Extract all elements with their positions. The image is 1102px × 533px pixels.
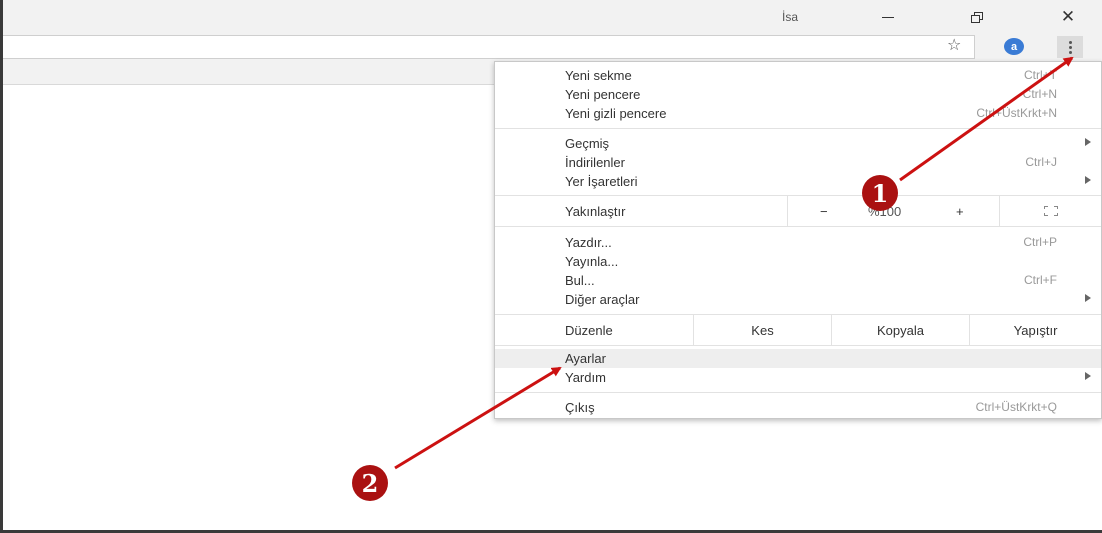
menu-item-downloads[interactable]: İndirilenler Ctrl+J <box>495 153 1101 172</box>
zoom-level: %100 <box>868 203 902 219</box>
title-bar: İsa ✕ <box>3 0 1102 33</box>
submenu-arrow-icon <box>1085 138 1091 146</box>
zoom-in-button[interactable]: + <box>956 204 964 219</box>
zoom-label: Yakınlaştır <box>565 204 626 219</box>
zoom-row: Yakınlaştır − %100 + <box>495 196 1101 226</box>
menu-item-settings[interactable]: Ayarlar <box>495 349 1101 368</box>
copy-button[interactable]: Kopyala <box>831 315 969 345</box>
toolbar: ☆ a <box>3 33 1102 61</box>
menu-item-more-tools[interactable]: Diğer araçlar <box>495 290 1101 309</box>
fullscreen-icon <box>1043 206 1058 216</box>
minimize-icon <box>882 16 894 18</box>
address-bar[interactable] <box>3 35 975 59</box>
menu-item-cast[interactable]: Yayınla... <box>495 252 1101 271</box>
zoom-out-button[interactable]: − <box>820 204 828 219</box>
extension-icon[interactable]: a <box>1004 38 1024 55</box>
close-icon: ✕ <box>1060 7 1076 26</box>
submenu-arrow-icon <box>1085 176 1091 184</box>
menu-item-exit[interactable]: Çıkış Ctrl+ÜstKrkt+Q <box>495 398 1101 417</box>
menu-item-new-incognito-window[interactable]: Yeni gizli pencere Ctrl+ÜstKrkt+N <box>495 104 1101 123</box>
menu-item-find[interactable]: Bul... Ctrl+F <box>495 271 1101 290</box>
menu-separator <box>495 226 1101 227</box>
chrome-menu-button[interactable] <box>1057 36 1083 58</box>
bookmark-star-icon[interactable]: ☆ <box>947 35 961 55</box>
submenu-arrow-icon <box>1085 372 1091 380</box>
menu-item-bookmarks[interactable]: Yer İşaretleri <box>495 172 1101 191</box>
menu-separator <box>495 392 1101 393</box>
close-button[interactable]: ✕ <box>1048 4 1088 30</box>
profile-name[interactable]: İsa <box>782 10 798 24</box>
edit-row: Düzenle Kes Kopyala Yapıştır <box>495 315 1101 345</box>
fullscreen-button[interactable] <box>999 196 1101 226</box>
kebab-dot-icon <box>1068 40 1072 44</box>
menu-item-print[interactable]: Yazdır... Ctrl+P <box>495 233 1101 252</box>
menu-item-new-tab[interactable]: Yeni sekme Ctrl+T <box>495 66 1101 85</box>
chrome-main-menu: Yeni sekme Ctrl+T Yeni pencere Ctrl+N Ye… <box>494 61 1102 419</box>
menu-separator <box>495 345 1101 346</box>
submenu-arrow-icon <box>1085 294 1091 302</box>
restore-button[interactable] <box>955 4 995 30</box>
cut-button[interactable]: Kes <box>693 315 831 345</box>
paste-button[interactable]: Yapıştır <box>969 315 1101 345</box>
minimize-button[interactable] <box>868 4 908 30</box>
edit-label: Düzenle <box>565 323 613 338</box>
menu-item-history[interactable]: Geçmiş <box>495 134 1101 153</box>
menu-item-help[interactable]: Yardım <box>495 368 1101 387</box>
menu-separator <box>495 128 1101 129</box>
menu-item-new-window[interactable]: Yeni pencere Ctrl+N <box>495 85 1101 104</box>
zoom-controls: − %100 + <box>787 196 999 226</box>
